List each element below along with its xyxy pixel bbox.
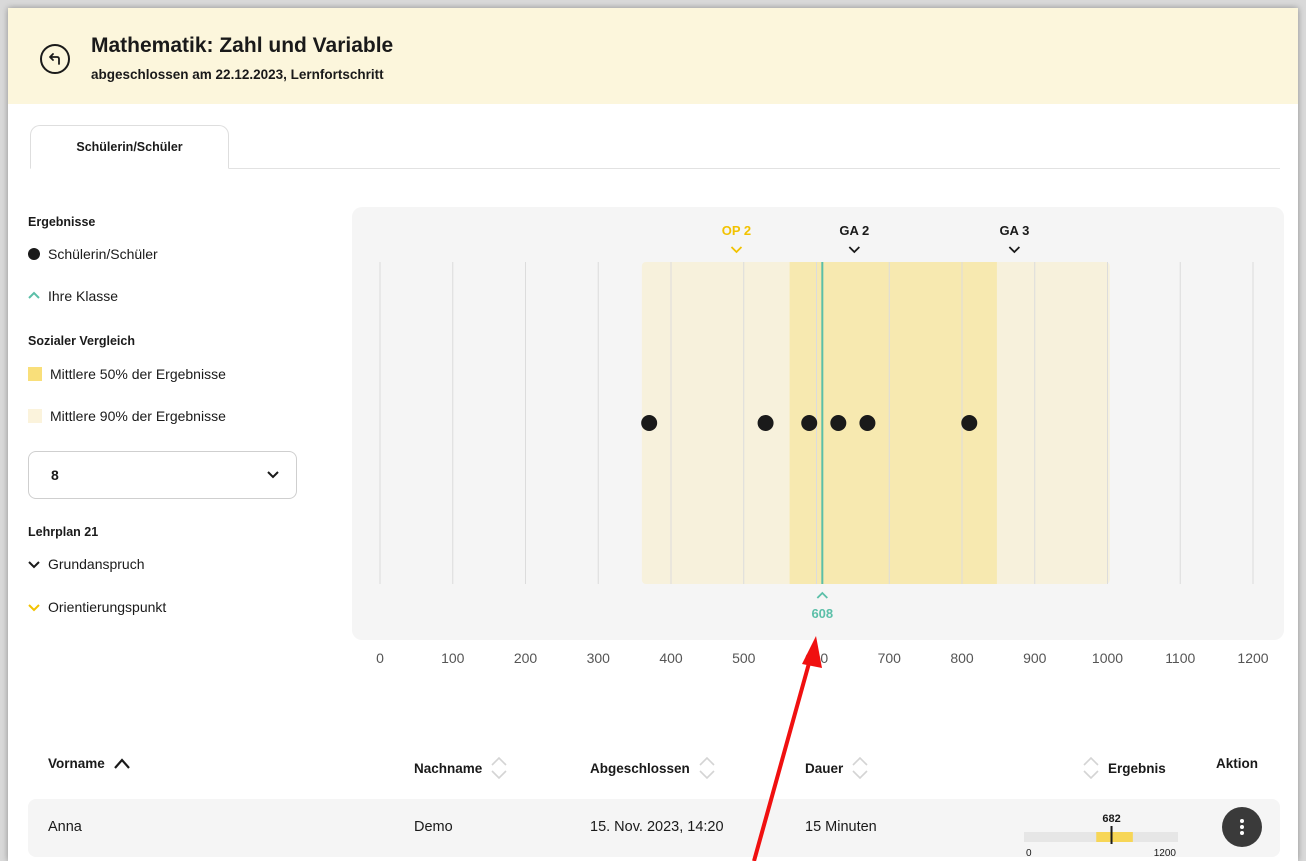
annotation-arrow [752, 636, 822, 861]
app-window: Mathematik: Zahl und Variable abgeschlos… [8, 8, 1298, 861]
